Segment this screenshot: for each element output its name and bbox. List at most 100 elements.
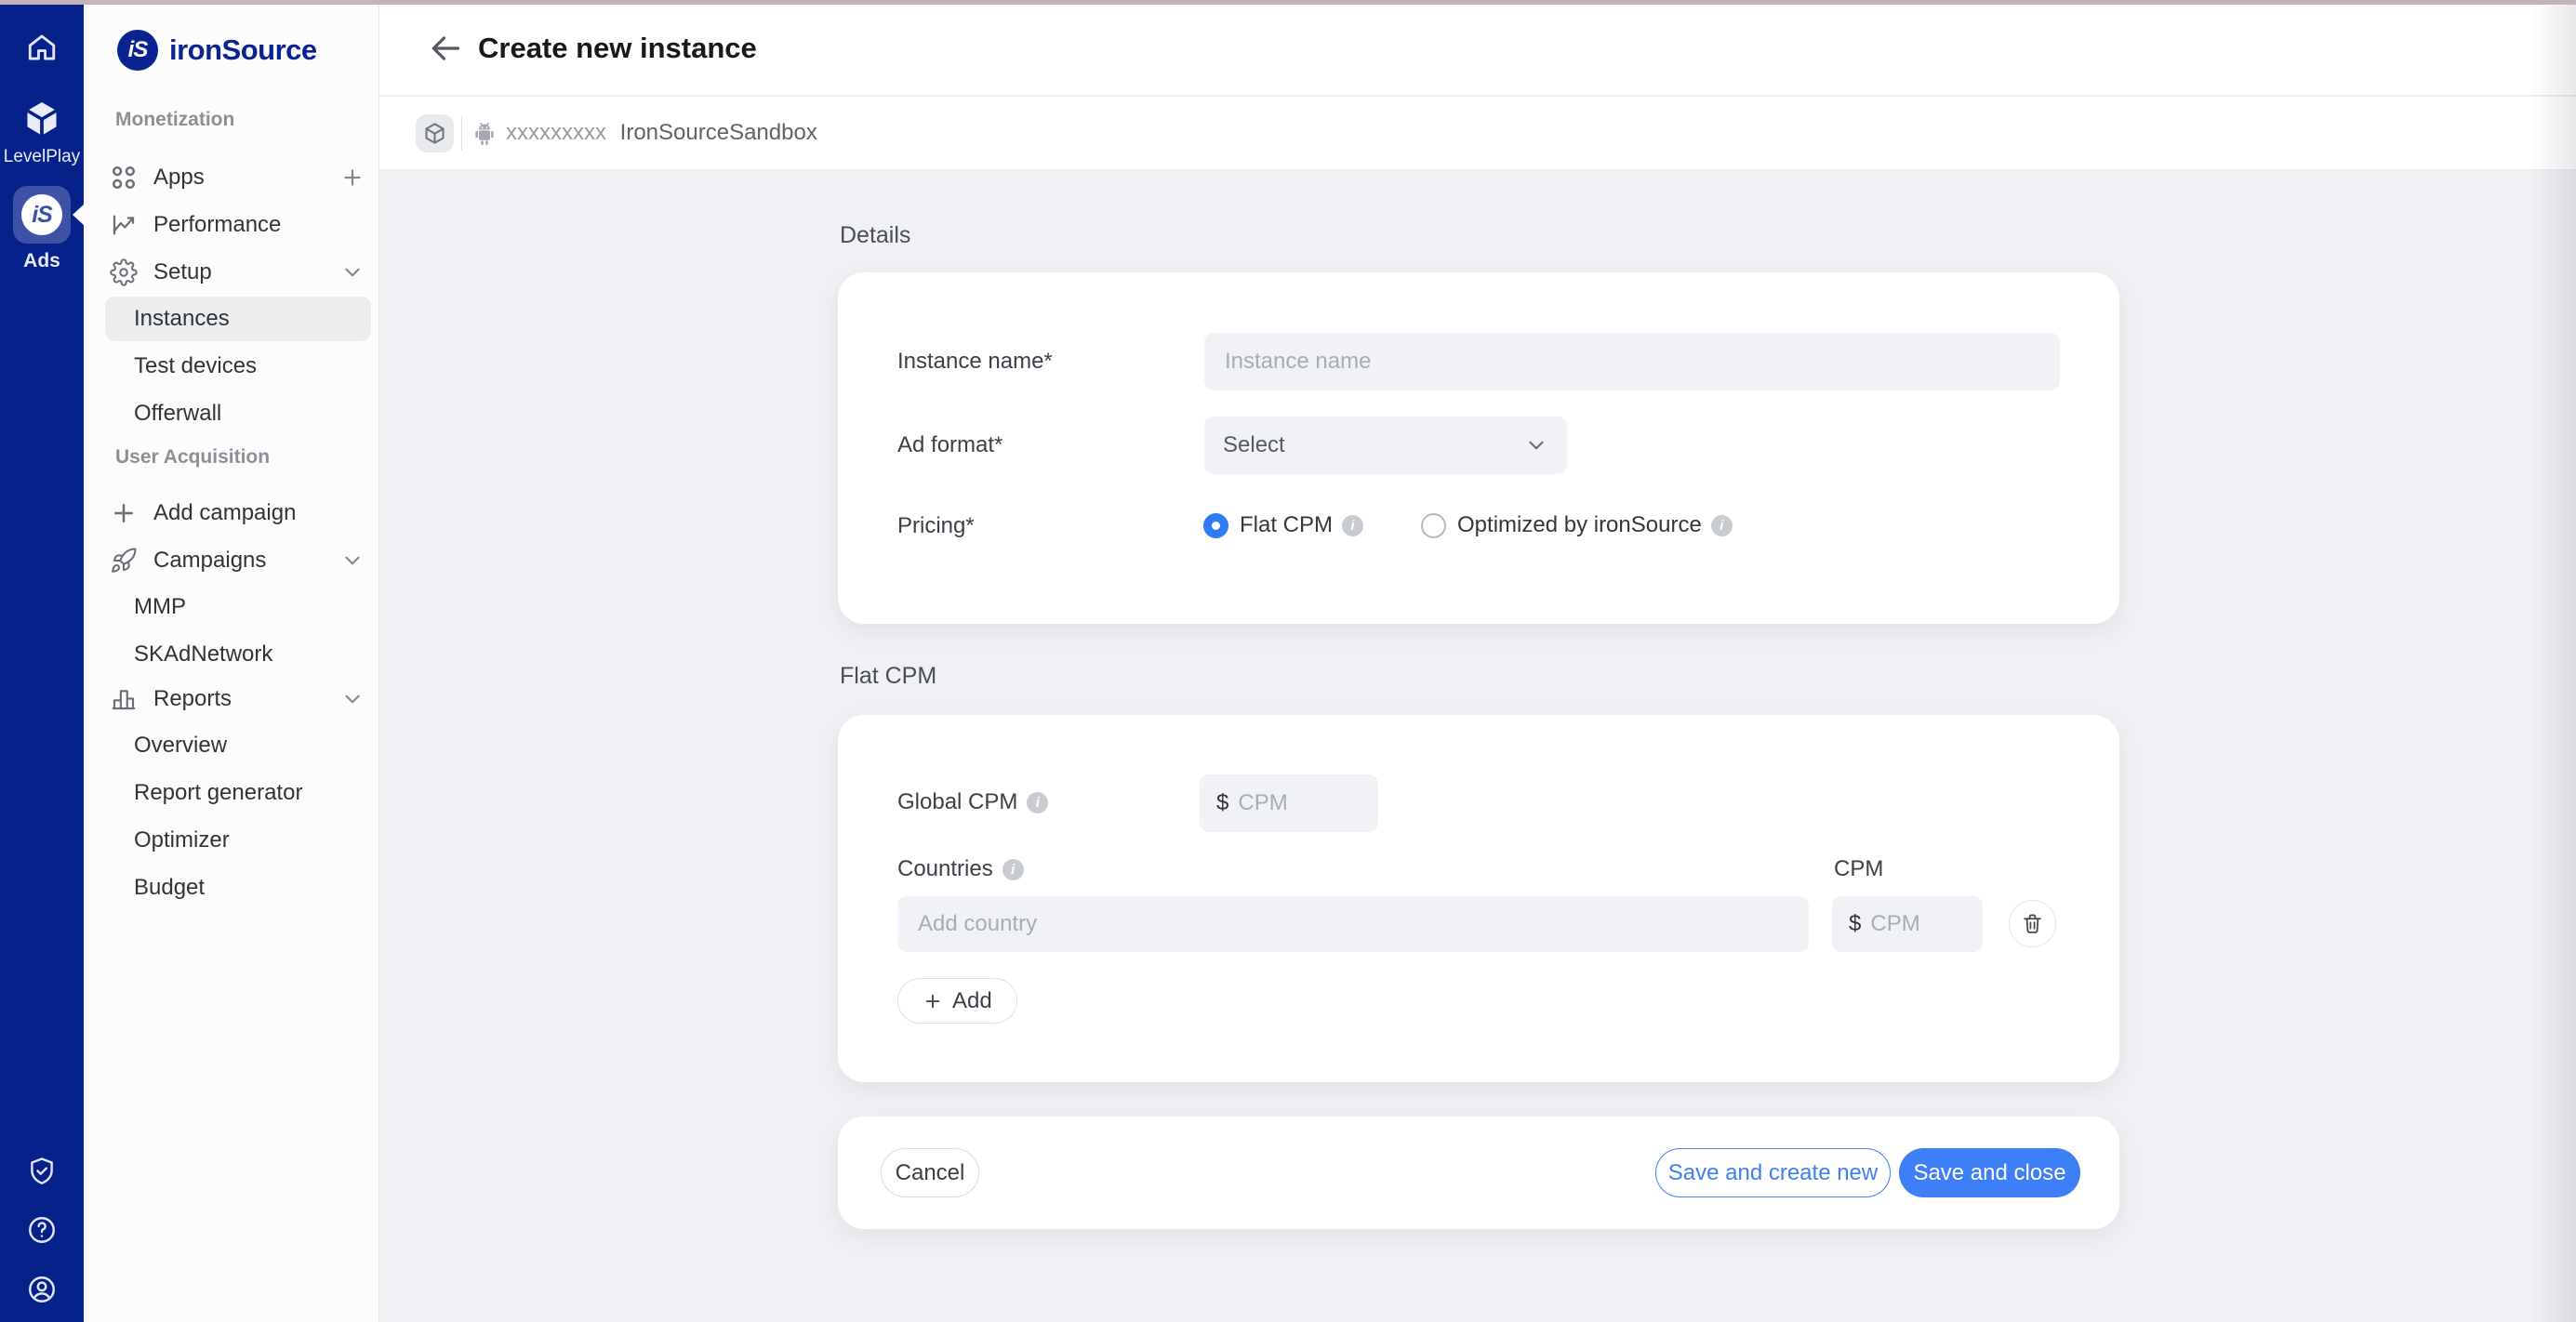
setup-gear-icon — [110, 258, 138, 286]
active-nav-notch — [73, 205, 84, 225]
currency-prefix: $ — [1849, 911, 1861, 937]
sidebar-item-offerwall[interactable]: Offerwall — [105, 391, 371, 436]
section-monetization: Monetization — [115, 109, 234, 131]
plus-icon — [110, 499, 138, 527]
app-rail: LevelPlay iS Ads — [0, 0, 84, 1322]
pricing-radio-group: Flat CPM i Optimized by ironSource i — [1203, 500, 1733, 550]
campaigns-rocket-icon — [110, 547, 138, 575]
levelplay-nav[interactable]: LevelPlay — [0, 98, 84, 167]
ad-format-select[interactable]: Select — [1204, 416, 1567, 474]
countries-column-header: Countries i — [897, 856, 1024, 882]
levelplay-label: LevelPlay — [4, 147, 80, 167]
save-and-close-button[interactable]: Save and close — [1899, 1148, 2080, 1197]
cancel-button[interactable]: Cancel — [881, 1148, 979, 1197]
sidebar: iS ironSource Monetization Apps Performa… — [84, 0, 379, 1322]
radio-selected-icon[interactable] — [1203, 513, 1228, 538]
sidebar-item-mmp[interactable]: MMP — [105, 585, 371, 629]
global-cpm-input[interactable] — [1238, 790, 1361, 816]
delete-country-row-button[interactable] — [2009, 900, 2056, 947]
sidebar-item-label: Reports — [153, 686, 232, 712]
privacy-nav[interactable] — [0, 1156, 84, 1187]
shield-check-icon — [26, 1156, 58, 1187]
ironsource-logo[interactable]: iS ironSource — [117, 30, 317, 71]
sidebar-item-instances[interactable]: Instances — [105, 297, 371, 341]
sidebar-item-label: SKAdNetwork — [134, 641, 272, 668]
badge-divider — [461, 116, 462, 151]
country-cpm-input-group: $ — [1832, 896, 1983, 952]
ironsource-logo-mark: iS — [117, 30, 158, 71]
cube-icon — [422, 121, 447, 146]
radio-unselected-icon[interactable] — [1421, 513, 1446, 538]
currency-prefix: $ — [1216, 790, 1228, 816]
instance-name-input[interactable] — [1204, 333, 2060, 390]
sidebar-item-label: Optimizer — [134, 827, 230, 853]
sidebar-item-label: MMP — [134, 594, 186, 620]
sidebar-item-apps[interactable]: Apps — [84, 153, 379, 201]
sidebar-item-test-devices[interactable]: Test devices — [105, 344, 371, 389]
sidebar-item-add-campaign[interactable]: Add campaign — [84, 489, 379, 536]
details-card: Instance name* Ad format* Select Pricing… — [838, 272, 2119, 624]
add-button-label: Add — [952, 988, 992, 1014]
plus-icon — [923, 991, 943, 1011]
add-country-row-button[interactable]: Add — [897, 978, 1017, 1024]
ads-label: Ads — [23, 250, 60, 272]
add-country-input[interactable] — [897, 896, 1809, 952]
levelplay-unity-icon — [20, 98, 63, 140]
pricing-option-optimized[interactable]: Optimized by ironSource i — [1421, 512, 1733, 538]
section-user-acquisition: User Acquisition — [115, 446, 270, 469]
save-and-create-new-button[interactable]: Save and create new — [1655, 1148, 1891, 1197]
sidebar-item-setup[interactable]: Setup — [84, 248, 379, 296]
country-cpm-input[interactable] — [1870, 911, 1966, 937]
android-icon — [470, 119, 499, 149]
flat-cpm-card: Global CPM i $ Countries i CPM $ — [838, 715, 2119, 1082]
details-section-label: Details — [840, 222, 910, 249]
sidebar-item-optimizer[interactable]: Optimizer — [105, 818, 371, 863]
global-cpm-input-group: $ — [1200, 774, 1378, 832]
apps-grid-icon — [110, 164, 138, 192]
sidebar-item-report-generator[interactable]: Report generator — [105, 771, 371, 815]
ad-format-value: Select — [1223, 432, 1285, 458]
global-cpm-label-text: Global CPM — [897, 789, 1017, 815]
sidebar-item-label: Instances — [134, 306, 230, 332]
ads-nav[interactable]: iS Ads — [0, 186, 84, 272]
account-icon — [26, 1274, 58, 1305]
sidebar-item-skadnetwork[interactable]: SKAdNetwork — [105, 632, 371, 677]
home-icon — [26, 32, 58, 63]
pricing-option-label: Flat CPM — [1240, 512, 1333, 538]
chevron-down-icon — [340, 687, 365, 711]
footer-actions-card: Cancel Save and create new Save and clos… — [838, 1117, 2119, 1229]
page-header: Create new instance — [379, 0, 2576, 96]
sidebar-item-reports[interactable]: Reports — [84, 675, 379, 722]
pricing-label: Pricing* — [897, 513, 975, 539]
sidebar-item-label: Add campaign — [153, 500, 296, 526]
sidebar-item-budget[interactable]: Budget — [105, 866, 371, 910]
home-nav[interactable] — [0, 32, 84, 63]
sidebar-item-label: Performance — [153, 212, 281, 238]
cpm-column-header: CPM — [1834, 856, 1883, 882]
sidebar-item-label: Overview — [134, 733, 227, 759]
performance-chart-icon — [110, 211, 138, 239]
add-app-plus-icon[interactable] — [340, 165, 365, 190]
sidebar-item-label: Test devices — [134, 353, 257, 379]
main-content: Details Instance name* Ad format* Select… — [379, 171, 2576, 1322]
chevron-down-icon — [340, 260, 365, 284]
sidebar-item-label: Report generator — [134, 780, 302, 806]
ad-format-label: Ad format* — [897, 432, 1003, 458]
ironsource-wordmark: ironSource — [169, 33, 317, 67]
account-nav[interactable] — [0, 1274, 84, 1305]
app-id-masked: xxxxxxxxx — [506, 120, 606, 145]
help-nav[interactable] — [0, 1214, 84, 1246]
sidebar-item-performance[interactable]: Performance — [84, 201, 379, 248]
info-icon[interactable]: i — [1342, 515, 1363, 536]
pricing-option-flat-cpm[interactable]: Flat CPM i — [1203, 512, 1363, 538]
ads-box: iS — [13, 186, 71, 244]
chevron-down-icon — [340, 549, 365, 573]
info-icon[interactable]: i — [1003, 859, 1024, 880]
sidebar-item-overview[interactable]: Overview — [105, 723, 371, 768]
sidebar-item-campaigns[interactable]: Campaigns — [84, 536, 379, 584]
app-context-text: xxxxxxxxx IronSourceSandbox — [506, 120, 817, 146]
back-button[interactable] — [428, 31, 463, 66]
info-icon[interactable]: i — [1711, 515, 1733, 536]
is-logo-icon: iS — [21, 194, 62, 235]
info-icon[interactable]: i — [1027, 792, 1048, 813]
